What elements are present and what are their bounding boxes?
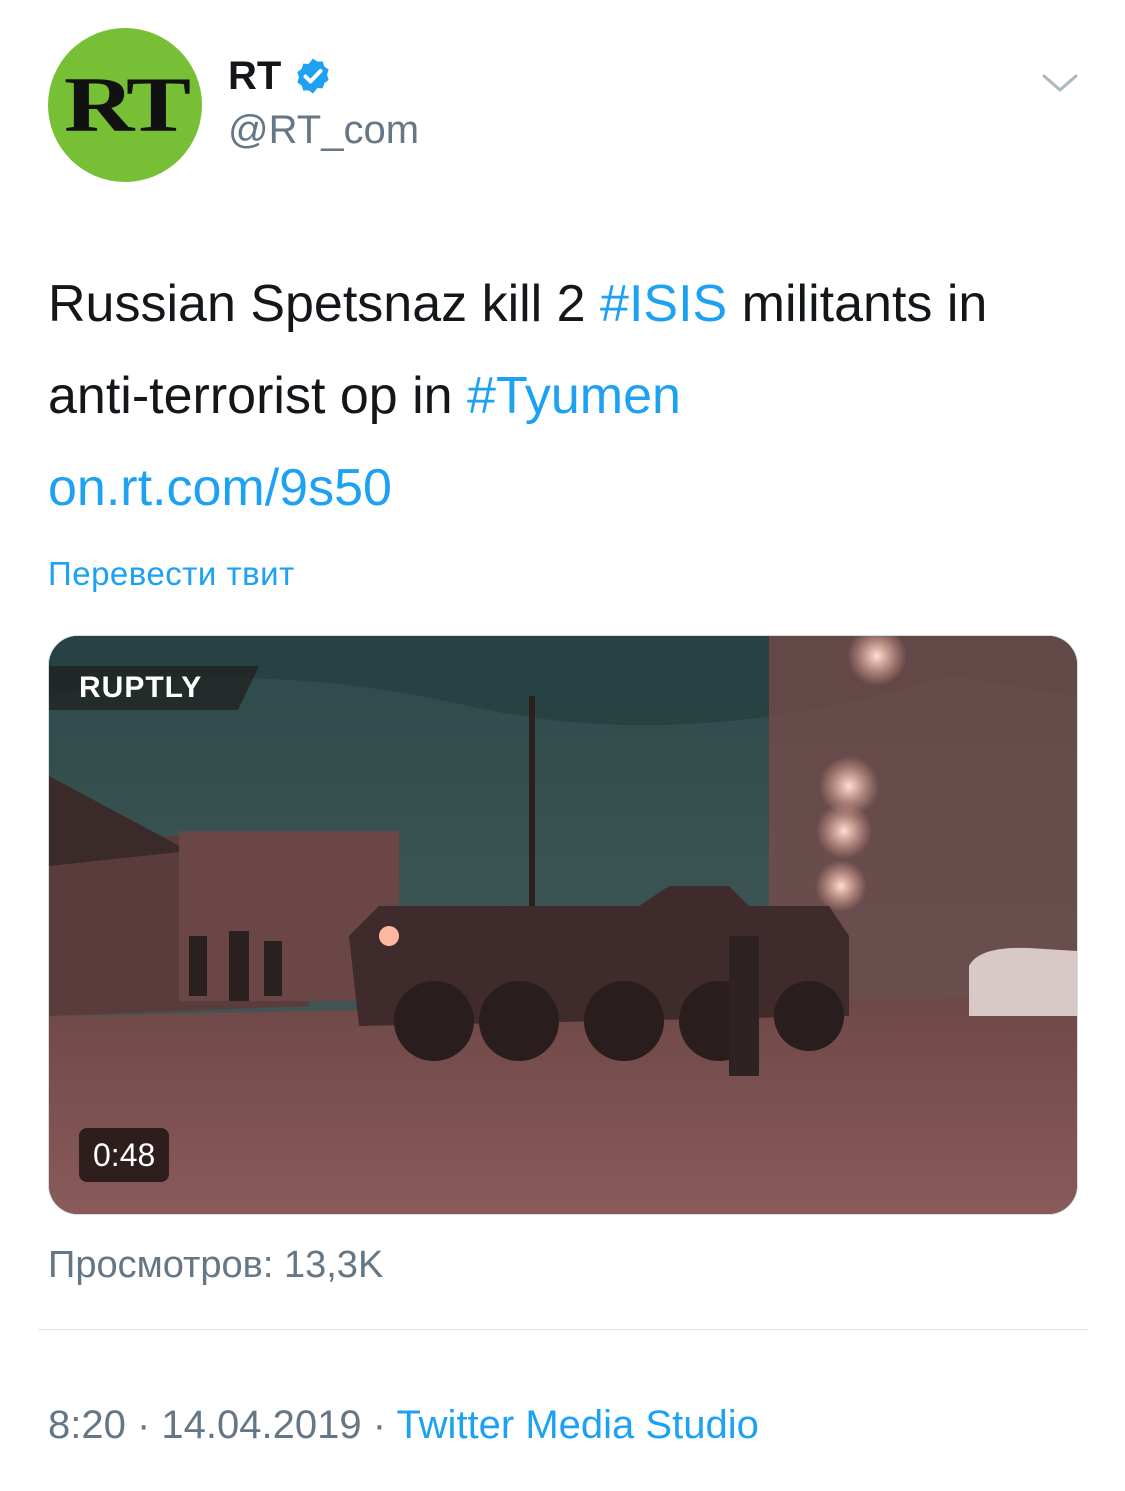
avatar[interactable]: RT <box>48 28 202 182</box>
translate-tweet-link[interactable]: Перевести твит <box>48 555 295 593</box>
tweet-url-link[interactable]: on.rt.com/9s50 <box>48 459 392 517</box>
tweet-date[interactable]: 14.04.2019 <box>161 1403 361 1447</box>
chevron-down-icon[interactable] <box>1040 68 1080 98</box>
verified-badge-icon <box>297 58 329 94</box>
tweet-source-link[interactable]: Twitter Media Studio <box>396 1403 758 1447</box>
video-player[interactable]: RUPTLY 0:48 <box>48 635 1078 1215</box>
author-display-name[interactable]: RT <box>228 54 281 99</box>
hashtag-tyumen-link[interactable]: #Tyumen <box>467 367 681 425</box>
author-names[interactable]: RT @RT_com <box>228 50 419 153</box>
ruptly-watermark: RUPTLY <box>49 666 259 710</box>
tweet-header: RT RT @RT_com <box>48 28 1088 188</box>
tweet-footer: 8:20 · 14.04.2019 · Twitter Media Studio <box>48 1403 759 1448</box>
video-duration-badge: 0:48 <box>79 1128 170 1182</box>
avatar-logo-text: RT <box>63 61 191 148</box>
video-thumbnail <box>49 636 1077 1214</box>
hashtag-isis-link[interactable]: #ISIS <box>600 275 727 333</box>
view-count: Просмотров: 13,3K <box>48 1244 384 1286</box>
tweet-text: Russian Spetsnaz kill 2 #ISIS militants … <box>48 258 1088 534</box>
footer-separator: · <box>125 1403 162 1447</box>
divider <box>38 1329 1088 1330</box>
tweet-time[interactable]: 8:20 <box>48 1403 126 1447</box>
footer-separator: · <box>361 1403 397 1447</box>
tweet-text-part1: Russian Spetsnaz kill 2 <box>48 275 601 333</box>
author-handle[interactable]: @RT_com <box>228 108 419 153</box>
author-display-name-row[interactable]: RT <box>228 50 419 102</box>
